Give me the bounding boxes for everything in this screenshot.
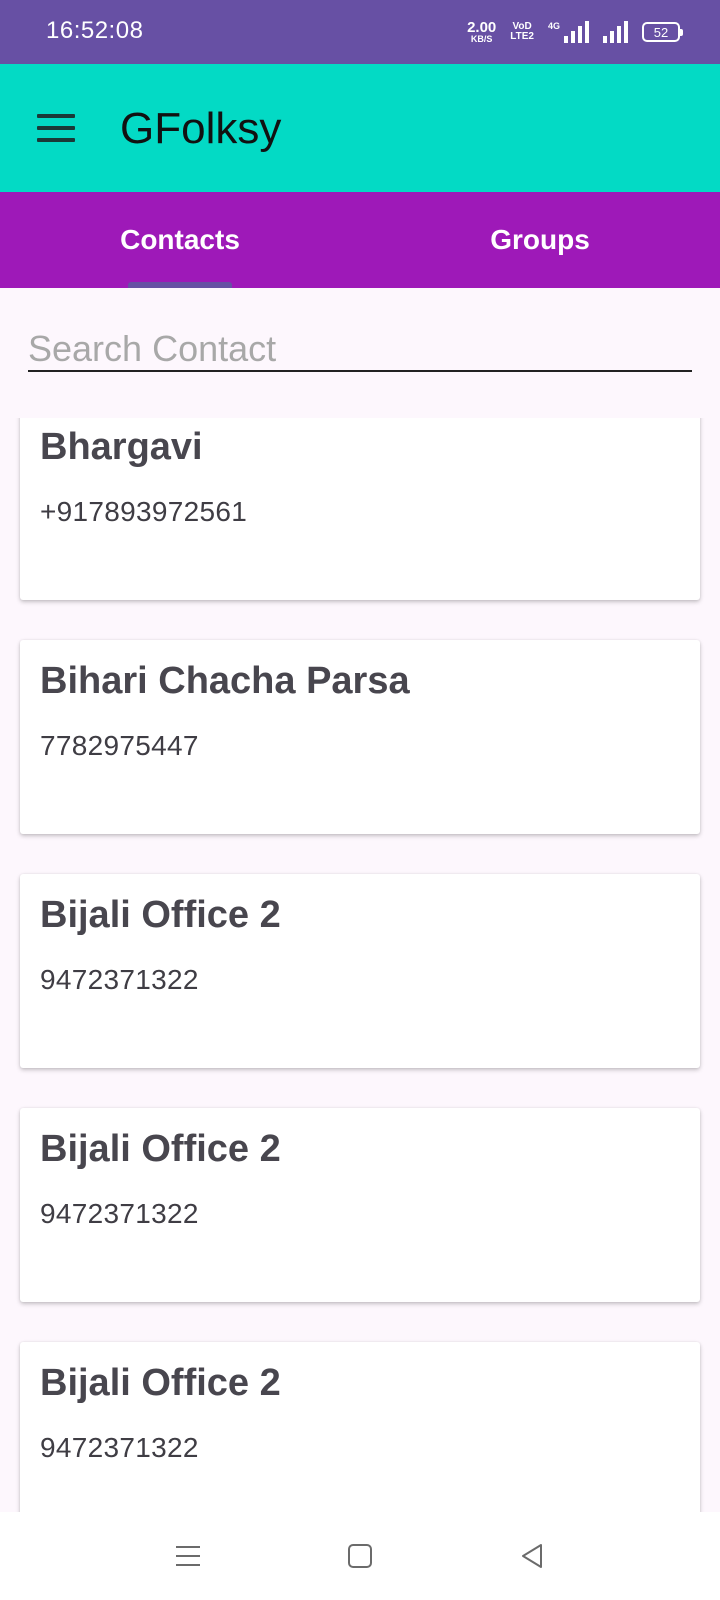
network-tag: 4G: [547, 21, 560, 31]
contact-card[interactable]: Bijali Office 2 9472371322: [20, 1342, 700, 1512]
contact-name: Bihari Chacha Parsa: [40, 660, 410, 702]
signal-icon: [603, 21, 628, 43]
contact-phone: 7782975447: [40, 730, 199, 761]
tab-contacts[interactable]: Contacts: [0, 192, 360, 288]
hamburger-menu-icon[interactable]: [30, 104, 82, 152]
battery-level: 52: [653, 24, 669, 40]
contact-phone: +917893972561: [40, 496, 248, 527]
status-time: 16:52:08: [46, 17, 144, 44]
contact-name: Bijali Office 2: [40, 1362, 281, 1404]
contact-card[interactable]: Bijali Office 2 9472371322: [20, 874, 700, 1068]
network-speed: 2.00 KB/S: [467, 20, 496, 44]
network-speed-unit: KB/S: [470, 34, 493, 44]
search-contact-input[interactable]: [28, 328, 692, 372]
contact-phone: 9472371322: [40, 1432, 199, 1463]
tab-groups-label: Groups: [490, 224, 590, 255]
status-bar: 16:52:08 2.00 KB/S VoD LTE2 4G 52: [0, 0, 720, 64]
contact-name: Bijali Office 2: [40, 894, 281, 936]
volte-icon: VoD LTE2: [510, 22, 534, 42]
contact-name: Bijali Office 2: [40, 1128, 281, 1170]
status-icons: 2.00 KB/S VoD LTE2 4G 52: [467, 17, 683, 47]
volte-bottom: LTE2: [510, 31, 534, 42]
app-title: GFolksy: [120, 104, 282, 153]
square-icon[interactable]: [336, 1532, 384, 1580]
back-triangle-icon[interactable]: [508, 1532, 556, 1580]
contact-card[interactable]: Bijali Office 2 9472371322: [20, 1108, 700, 1302]
contact-phone: 9472371322: [40, 1198, 199, 1229]
contact-card[interactable]: Bihari Chacha Parsa 7782975447: [20, 640, 700, 834]
contact-name: Bhargavi: [40, 426, 203, 468]
tab-bar: Contacts Groups: [0, 192, 720, 288]
contact-list[interactable]: Bhargavi +917893972561 Bihari Chacha Par…: [0, 418, 720, 1512]
search-area: [0, 288, 720, 418]
contact-phone: 9472371322: [40, 964, 199, 995]
tab-groups[interactable]: Groups: [360, 192, 720, 288]
app-bar: GFolksy: [0, 64, 720, 192]
network-speed-value: 2.00: [467, 19, 497, 36]
tab-contacts-label: Contacts: [120, 224, 240, 255]
battery-icon: 52: [642, 22, 683, 42]
navigation-bar: [0, 1512, 720, 1600]
signal-4g-icon: 4G: [548, 21, 589, 43]
menu-lines-icon[interactable]: [164, 1532, 212, 1580]
contact-card[interactable]: Bhargavi +917893972561: [20, 418, 700, 600]
